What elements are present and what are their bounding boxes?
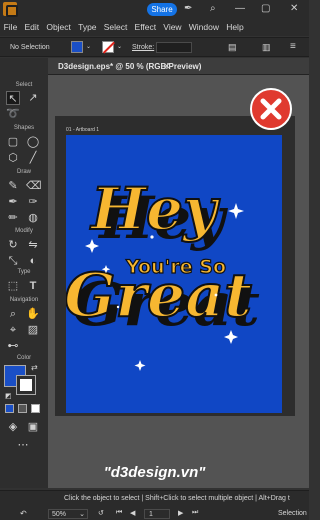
document-tab[interactable]: D3design.eps* @ 50 % (RGB/Preview) ✕	[48, 58, 309, 75]
search-icon[interactable]: ⌕	[210, 3, 216, 14]
arrange-icon[interactable]: ▥	[262, 42, 271, 53]
lasso-tool-icon[interactable]: ➰	[6, 107, 20, 121]
status-hint: Click the object to select | Shift+Click…	[64, 495, 290, 502]
section-label-type: Type	[17, 269, 31, 275]
menu-type[interactable]: Type	[75, 22, 101, 32]
rectangle-tool-icon[interactable]: ▢	[6, 135, 20, 149]
fill-swatch[interactable]	[71, 41, 83, 53]
ellipse-tool-icon[interactable]: ◯	[26, 135, 40, 149]
artboard-number: 1	[149, 511, 153, 518]
previous-artboard-icon[interactable]: ◀	[130, 509, 135, 517]
artboard-number-field[interactable]: 1	[144, 509, 170, 519]
menu-bar: File Edit Object Type Select Effect View…	[0, 18, 309, 36]
line-tool-icon[interactable]: ╱	[26, 151, 40, 165]
hand-tool-icon[interactable]: ✋	[26, 307, 40, 321]
undo-icon[interactable]: ↶	[20, 509, 27, 518]
pen-nib-icon[interactable]: ✒	[184, 3, 192, 14]
menu-help[interactable]: Help	[223, 22, 248, 32]
menu-select[interactable]: Select	[100, 22, 131, 32]
stroke-swatch[interactable]	[102, 41, 114, 53]
panel-menu-icon[interactable]: ≡	[290, 41, 296, 52]
artwork-youre-so-text: You're So	[125, 256, 226, 278]
menu-edit[interactable]: Edit	[21, 22, 43, 32]
chevron-down-icon[interactable]: ⌄	[117, 43, 122, 50]
swap-colors-icon[interactable]: ⇄	[31, 363, 38, 372]
color-mode-icon[interactable]	[5, 404, 14, 413]
last-artboard-icon[interactable]: ⏭	[192, 509, 198, 517]
none-mode-icon[interactable]	[31, 404, 40, 413]
menu-object[interactable]: Object	[43, 22, 75, 32]
rotate-tool-icon[interactable]: ↻	[6, 238, 20, 252]
direct-selection-tool-icon[interactable]: ↗	[26, 91, 40, 105]
artboard-label: 01 - Artboard 1	[66, 127, 100, 133]
tool-mode-label: Selection	[278, 510, 307, 517]
document-title: D3design.eps* @ 50 % (RGB/Preview)	[58, 62, 202, 71]
artboard-tool-icon[interactable]: ⬚	[6, 279, 20, 293]
stroke-label[interactable]: Stroke:	[132, 44, 154, 51]
shaper-tool-icon[interactable]: ◍	[26, 211, 40, 225]
gradient-tool-icon[interactable]: ▨	[26, 323, 40, 337]
reflect-tool-icon[interactable]: ⇋	[26, 238, 40, 252]
blend-tool-icon[interactable]: ⊷	[6, 339, 20, 353]
brush-tool-icon[interactable]: ✎	[6, 179, 20, 193]
tab-close-icon[interactable]: ✕	[163, 61, 171, 72]
menu-effect[interactable]: Effect	[131, 22, 160, 32]
artboard[interactable]: Hey Great Hey Great You're So	[63, 135, 282, 413]
next-artboard-icon[interactable]: ▶	[178, 509, 183, 517]
more-tools-icon[interactable]: ⋯	[16, 438, 30, 452]
menu-view[interactable]: View	[160, 22, 185, 32]
status-bar: Click the object to select | Shift+Click…	[0, 490, 309, 520]
pen-tool-icon[interactable]: ✒	[6, 195, 20, 209]
selection-tool-icon[interactable]: ↖	[6, 91, 20, 105]
artwork-graphic: Hey Great Hey Great You're So	[63, 174, 260, 371]
stroke-color-swatch[interactable]	[16, 375, 36, 395]
artwork-hey-text: Hey	[89, 175, 221, 243]
rotate-view-icon[interactable]: ↺	[98, 509, 104, 517]
stroke-weight-field[interactable]	[156, 42, 192, 53]
close-badge-icon[interactable]	[250, 88, 292, 130]
polygon-tool-icon[interactable]: ⬡	[6, 151, 20, 165]
default-colors-icon[interactable]: ◩	[5, 392, 12, 400]
watermark-text: "d3design.vn"	[103, 464, 206, 481]
control-bar: No Selection ⌄ ⌄ Stroke: ▤ ▥ ≡	[0, 37, 309, 57]
draw-mode-icon[interactable]: ◈	[6, 420, 20, 434]
chevron-down-icon[interactable]: ⌄	[79, 510, 85, 518]
shape-builder-icon[interactable]: ◐	[26, 254, 40, 268]
menu-file[interactable]: File	[0, 22, 21, 32]
chevron-down-icon[interactable]: ⌄	[86, 43, 91, 50]
section-label-select: Select	[15, 82, 33, 88]
section-label-shapes: Shapes	[13, 125, 35, 131]
eraser-tool-icon[interactable]: ⌫	[26, 179, 42, 193]
minimize-icon[interactable]: —	[235, 3, 245, 14]
maximize-icon[interactable]: ▢	[261, 3, 270, 14]
section-label-modify: Modify	[15, 228, 33, 234]
selection-status: No Selection	[10, 44, 50, 51]
document-setup-icon[interactable]: ▤	[228, 42, 237, 53]
menu-window[interactable]: Window	[185, 22, 222, 32]
curvature-tool-icon[interactable]: ✑	[26, 195, 40, 209]
scale-tool-icon[interactable]: ⤡	[6, 254, 20, 268]
zoom-field[interactable]: 50% ⌄	[48, 509, 88, 519]
pencil-tool-icon[interactable]: ✏	[6, 211, 20, 225]
close-icon[interactable]: ✕	[290, 3, 298, 14]
eyedropper-tool-icon[interactable]: ⌖	[6, 323, 20, 337]
screen-mode-icon[interactable]: ▣	[26, 420, 40, 434]
illustrator-window: Share ✒ ⌕ — ▢ ✕ File Edit Object Type Se…	[0, 0, 309, 520]
app-logo-icon	[3, 2, 18, 17]
title-bar: Share ✒ ⌕ — ▢ ✕	[0, 0, 309, 18]
first-artboard-icon[interactable]: ⏮	[116, 509, 122, 517]
type-tool-icon[interactable]: T	[26, 279, 40, 293]
zoom-tool-icon[interactable]: ⌕	[6, 307, 20, 321]
tools-panel: Select ↖ ↗ ➰ Shapes ▢ ◯ ⬡ ╱ Draw ✎ ⌫ ✒ ✑…	[0, 58, 48, 488]
section-label-color: Color	[16, 355, 32, 361]
zoom-value: 50%	[52, 511, 67, 518]
gradient-mode-icon[interactable]	[18, 404, 27, 413]
section-label-draw: Draw	[16, 169, 31, 175]
share-button[interactable]: Share	[147, 3, 177, 16]
section-label-navigation: Navigation	[9, 297, 39, 303]
